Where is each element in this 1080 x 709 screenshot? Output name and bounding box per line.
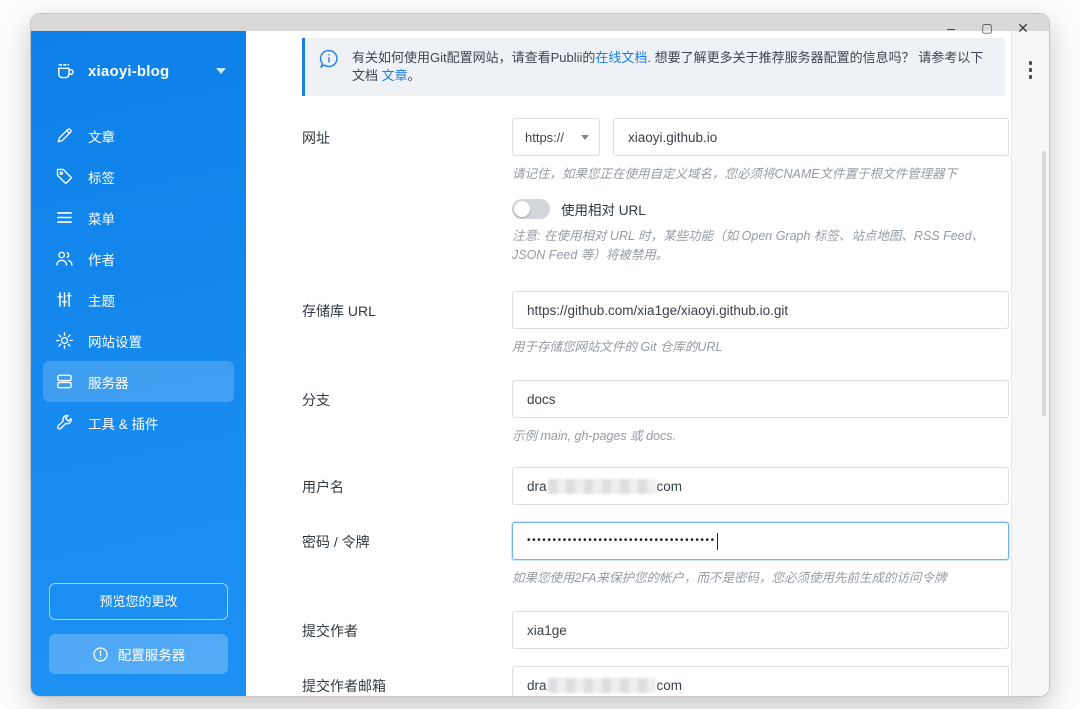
right-utility-strip (1011, 31, 1049, 696)
username-label: 用户名 (302, 479, 344, 495)
configure-server-button[interactable]: 配置服务器 (49, 634, 228, 674)
repository-input[interactable]: https://github.com/xia1ge/xiaoyi.github.… (512, 291, 1009, 329)
relative-url-toggle[interactable]: 使用相对 URL (512, 199, 1009, 219)
info-text: 有关如何使用Git配置网站，请查看Publii的在线文档. 想要了解更多关于推荐… (352, 49, 991, 85)
sidebar-item-label: 文章 (88, 129, 115, 145)
sidebar-item-label: 菜单 (88, 211, 115, 227)
repository-label: 存储库 URL (302, 303, 376, 319)
protocol-select[interactable]: https:// (512, 118, 600, 156)
repository-value: https://github.com/xia1ge/xiaoyi.github.… (527, 302, 789, 318)
relative-url-note: 注意: 在使用相对 URL 时，某些功能（如 Open Graph 标签、站点地… (512, 229, 985, 262)
password-masked-value: ••••••••••••••••••••••••••••••••••••• (527, 535, 716, 546)
gear-icon (56, 332, 73, 349)
app-window: – ▢ ✕ xiaoyi-blog 文章 标签 菜单 作者 主题 网站设置 服务… (30, 13, 1050, 697)
url-value: xiaoyi.github.io (628, 129, 718, 145)
toggle-switch-off[interactable] (512, 199, 550, 219)
sidebar-item-authors[interactable]: 作者 (43, 238, 234, 279)
url-label: 网址 (302, 130, 330, 146)
username-prefix: dra (527, 478, 547, 494)
sidebar-item-tags[interactable]: 标签 (43, 156, 234, 197)
sidebar-item-label: 作者 (88, 252, 115, 268)
protocol-value: https:// (525, 129, 565, 145)
article-link[interactable]: 文章 (382, 68, 408, 83)
repository-hint: 用于存储您网站文件的 Git 仓库的URL (512, 340, 723, 354)
info-text-1: 有关如何使用Git配置网站，请查看Publii的 (352, 50, 596, 65)
chevron-down-icon (581, 134, 589, 140)
sidebar-item-label: 服务器 (88, 375, 129, 391)
sidebar: xiaoyi-blog 文章 标签 菜单 作者 主题 网站设置 服务器 工具 &… (31, 31, 246, 696)
info-text-3: 。 (407, 68, 421, 83)
close-button[interactable]: ✕ (1015, 19, 1031, 37)
redacted-text (547, 677, 656, 693)
sidebar-item-themes[interactable]: 主题 (43, 279, 234, 320)
commit-email-label: 提交作者邮箱 (302, 678, 386, 694)
sidebar-item-label: 工具 & 插件 (88, 416, 159, 432)
vertical-scrollbar[interactable] (1042, 151, 1046, 416)
server-settings-panel: 有关如何使用Git配置网站，请查看Publii的在线文档. 想要了解更多关于推荐… (246, 31, 1011, 696)
password-label: 密码 / 令牌 (302, 534, 370, 550)
menu-icon (57, 212, 72, 223)
branch-input[interactable]: docs (512, 380, 1009, 418)
password-input[interactable]: ••••••••••••••••••••••••••••••••••••• (512, 522, 1009, 560)
branch-hint: 示例 main, gh-pages 或 docs. (512, 429, 676, 443)
commit-author-input[interactable]: xia1ge (512, 611, 1009, 649)
commit-author-label: 提交作者 (302, 623, 358, 639)
url-input[interactable]: xiaoyi.github.io (613, 118, 1009, 156)
site-switcher[interactable]: xiaoyi-blog (55, 61, 226, 81)
password-hint: 如果您使用2FA来保护您的帐户，而不是密码，您必须使用先前生成的访问令牌 (512, 571, 947, 585)
preview-changes-button[interactable]: 预览您的更改 (49, 583, 228, 620)
sidebar-item-posts[interactable]: 文章 (43, 115, 234, 156)
chevron-down-icon (216, 68, 226, 74)
sidebar-item-menus[interactable]: 菜单 (43, 197, 234, 238)
sidebar-bottom: 预览您的更改 配置服务器 (49, 583, 228, 674)
wrench-icon (57, 414, 72, 430)
sidebar-item-site-settings[interactable]: 网站设置 (43, 320, 234, 361)
sidebar-item-tools-plugins[interactable]: 工具 & 插件 (43, 402, 234, 443)
kebab-menu-icon[interactable] (1028, 61, 1033, 79)
url-hint: 请记住，如果您正在使用自定义域名，您必须将CNAME文件置于根文件管理器下 (512, 167, 958, 181)
window-controls: – ▢ ✕ (943, 19, 1031, 37)
commit-email-input[interactable]: dra com (512, 666, 1009, 696)
branch-value: docs (527, 391, 556, 407)
configure-server-label: 配置服务器 (117, 648, 186, 663)
sidebar-item-label: 网站设置 (88, 334, 142, 350)
authors-icon (56, 251, 73, 266)
commit-author-value: xia1ge (527, 622, 567, 638)
info-banner: 有关如何使用Git配置网站，请查看Publii的在线文档. 想要了解更多关于推荐… (302, 38, 1005, 96)
commit-email-prefix: dra (527, 677, 547, 693)
username-input[interactable]: dra com (512, 467, 1009, 505)
text-cursor (716, 532, 718, 550)
sidebar-nav: 文章 标签 菜单 作者 主题 网站设置 服务器 工具 & 插件 (31, 115, 246, 443)
site-name: xiaoyi-blog (88, 62, 170, 80)
minimize-button[interactable]: – (943, 19, 959, 37)
title-bar[interactable] (31, 14, 1049, 31)
online-docs-link[interactable]: 在线文档 (595, 50, 647, 65)
sidebar-item-label: 主题 (88, 293, 115, 309)
redacted-text (547, 478, 656, 494)
exclamation-circle-icon (93, 646, 108, 662)
pen-icon (57, 128, 72, 143)
maximize-button[interactable]: ▢ (979, 19, 995, 37)
sidebar-item-label: 标签 (88, 170, 115, 186)
commit-email-suffix: com (656, 677, 683, 693)
coffee-cup-icon (58, 64, 74, 79)
username-suffix: com (656, 478, 683, 494)
relative-url-label: 使用相对 URL (561, 203, 646, 218)
info-icon (319, 49, 338, 69)
branch-label: 分支 (302, 392, 330, 408)
server-icon (57, 374, 72, 389)
sidebar-item-server[interactable]: 服务器 (43, 361, 234, 402)
sliders-icon (57, 292, 72, 307)
tag-icon (56, 168, 73, 185)
